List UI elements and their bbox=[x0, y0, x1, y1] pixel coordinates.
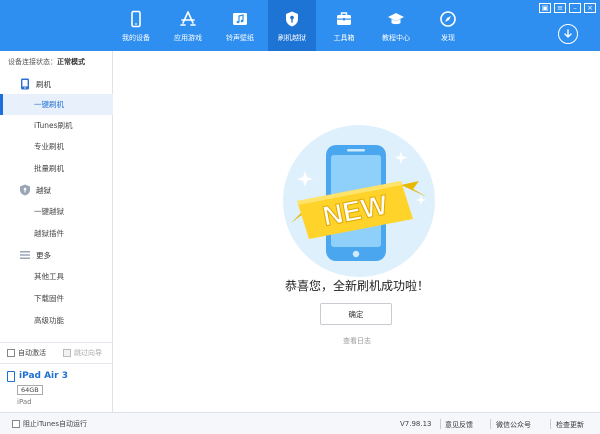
view-log-label: 查看日志 bbox=[343, 337, 371, 345]
minimize-button[interactable]: – bbox=[569, 3, 581, 13]
sidebar-item-label: 专业刷机 bbox=[34, 142, 64, 151]
divider bbox=[490, 419, 491, 429]
checkbox-box bbox=[63, 349, 71, 357]
sidebar: 设备连接状态：正常模式 刷机 一键刷机 iTunes刷机 专业刷机 批量刷机 越… bbox=[0, 51, 113, 412]
nav-tutorials[interactable]: 教程中心 bbox=[372, 0, 420, 51]
minimize-icon: – bbox=[573, 4, 577, 12]
feedback-link[interactable]: 意见反馈 bbox=[445, 420, 473, 430]
sidebar-item-label: 高级功能 bbox=[34, 316, 64, 325]
skin-icon: ▣ bbox=[541, 4, 549, 12]
section-flash: 刷机 bbox=[0, 74, 113, 94]
sidebar-item-jailbreak-plugins[interactable]: 越狱插件 bbox=[0, 223, 113, 244]
nav-label: 发现 bbox=[441, 34, 455, 42]
jailbreak-shield-icon bbox=[20, 184, 30, 196]
music-image-icon bbox=[233, 13, 247, 25]
nav-label: 我的设备 bbox=[122, 34, 150, 42]
version-label: V7.98.13 bbox=[400, 420, 432, 428]
device-panel[interactable]: iPad Air 3 64GB iPad bbox=[0, 364, 113, 412]
wechat-link[interactable]: 微信公众号 bbox=[496, 420, 531, 430]
sidebar-item-label: 批量刷机 bbox=[34, 164, 64, 173]
section-title: 刷机 bbox=[36, 79, 51, 89]
close-icon: × bbox=[587, 4, 593, 12]
status-bar: 阻止iTunes自动运行 V7.98.13 意见反馈 微信公众号 检查更新 bbox=[0, 412, 600, 434]
close-button[interactable]: × bbox=[584, 3, 596, 13]
sidebar-item-other-tools[interactable]: 其他工具 bbox=[0, 266, 113, 287]
check-update-link[interactable]: 检查更新 bbox=[556, 420, 584, 430]
sidebar-item-one-click-flash[interactable]: 一键刷机 bbox=[0, 94, 113, 115]
menu-icon: ≡ bbox=[557, 4, 563, 12]
phone-icon bbox=[131, 10, 141, 28]
auto-activate-label: 自动激活 bbox=[18, 349, 46, 357]
skip-guide-label: 跳过向导 bbox=[74, 349, 102, 357]
sidebar-item-itunes-flash[interactable]: iTunes刷机 bbox=[0, 115, 113, 136]
download-button[interactable] bbox=[558, 24, 578, 44]
confirm-button[interactable]: 确定 bbox=[320, 303, 392, 325]
section-title: 越狱 bbox=[36, 185, 51, 195]
nav-label: 教程中心 bbox=[382, 34, 410, 42]
block-itunes-checkbox[interactable]: 阻止iTunes自动运行 bbox=[12, 419, 87, 429]
shield-key-icon bbox=[286, 11, 298, 27]
checkbox-box bbox=[12, 420, 20, 428]
auto-activate-checkbox[interactable]: 自动激活 bbox=[7, 348, 46, 358]
new-phone-illustration: NEW bbox=[283, 125, 435, 277]
nav-label: 刷机越狱 bbox=[278, 34, 306, 42]
sidebar-item-label: 一键越狱 bbox=[34, 207, 64, 216]
success-message: 恭喜您，全新刷机成功啦！ bbox=[284, 279, 429, 293]
nav-label: 工具箱 bbox=[333, 34, 355, 42]
connection-status: 设备连接状态：正常模式 bbox=[8, 57, 85, 67]
app-window: 我的设备 应用游戏 铃声壁纸 刷机越狱 工具箱 教程中心 发现 ▣ ≡ – × … bbox=[0, 0, 600, 434]
nav-label: 铃声壁纸 bbox=[226, 34, 254, 42]
connection-value: 正常模式 bbox=[57, 58, 85, 66]
section-title: 更多 bbox=[36, 250, 51, 260]
sidebar-item-one-click-jailbreak[interactable]: 一键越狱 bbox=[0, 201, 113, 222]
confirm-button-label: 确定 bbox=[348, 309, 364, 319]
skip-guide-checkbox[interactable]: 跳过向导 bbox=[63, 348, 102, 358]
sidebar-item-pro-flash[interactable]: 专业刷机 bbox=[0, 136, 113, 157]
compass-icon bbox=[440, 11, 456, 27]
device-name: iPad Air 3 bbox=[19, 371, 68, 381]
tablet-icon bbox=[7, 371, 15, 382]
main-nav: 我的设备 应用游戏 铃声壁纸 刷机越狱 工具箱 教程中心 发现 bbox=[112, 0, 476, 51]
block-itunes-label: 阻止iTunes自动运行 bbox=[23, 420, 87, 428]
view-log-link[interactable]: 查看日志 bbox=[114, 336, 600, 346]
nav-label: 应用游戏 bbox=[174, 34, 202, 42]
phone-flash-icon bbox=[21, 78, 29, 90]
nav-toolbox[interactable]: 工具箱 bbox=[320, 0, 368, 51]
divider bbox=[550, 419, 551, 429]
device-capacity: 64GB bbox=[17, 385, 43, 395]
sidebar-item-label: iTunes刷机 bbox=[34, 121, 73, 130]
sidebar-item-label: 其他工具 bbox=[34, 272, 64, 281]
menu-button[interactable]: ≡ bbox=[554, 3, 566, 13]
sidebar-item-download-firmware[interactable]: 下载固件 bbox=[0, 288, 113, 309]
sidebar-item-label: 下载固件 bbox=[34, 294, 64, 303]
sidebar-item-batch-flash[interactable]: 批量刷机 bbox=[0, 158, 113, 179]
nav-apps-games[interactable]: 应用游戏 bbox=[164, 0, 212, 51]
section-more: 更多 bbox=[0, 245, 113, 265]
nav-ringtones-wallpapers[interactable]: 铃声壁纸 bbox=[216, 0, 264, 51]
nav-my-device[interactable]: 我的设备 bbox=[112, 0, 160, 51]
skin-button[interactable]: ▣ bbox=[539, 3, 551, 13]
download-circle-icon bbox=[564, 29, 572, 38]
sidebar-item-label: 越狱插件 bbox=[34, 229, 64, 238]
flash-options: 自动激活 跳过向导 bbox=[0, 342, 113, 364]
list-more-icon bbox=[20, 251, 30, 259]
top-nav-bar: 我的设备 应用游戏 铃声壁纸 刷机越狱 工具箱 教程中心 发现 ▣ ≡ – × bbox=[0, 0, 600, 51]
section-jailbreak: 越狱 bbox=[0, 180, 113, 200]
checkbox-box bbox=[7, 349, 15, 357]
nav-discover[interactable]: 发现 bbox=[424, 0, 472, 51]
device-type: iPad bbox=[17, 398, 32, 406]
divider bbox=[440, 419, 441, 429]
toolbox-icon bbox=[337, 12, 351, 25]
app-store-icon bbox=[180, 11, 196, 26]
graduation-cap-icon bbox=[388, 13, 404, 25]
nav-flash-jailbreak[interactable]: 刷机越狱 bbox=[268, 0, 316, 51]
sidebar-item-label: 一键刷机 bbox=[34, 100, 64, 109]
sidebar-item-advanced[interactable]: 高级功能 bbox=[0, 310, 113, 331]
connection-label: 设备连接状态： bbox=[8, 58, 57, 66]
main-content: NEW 恭喜您，全新刷机成功啦！ 确定 查看日志 bbox=[114, 51, 600, 412]
